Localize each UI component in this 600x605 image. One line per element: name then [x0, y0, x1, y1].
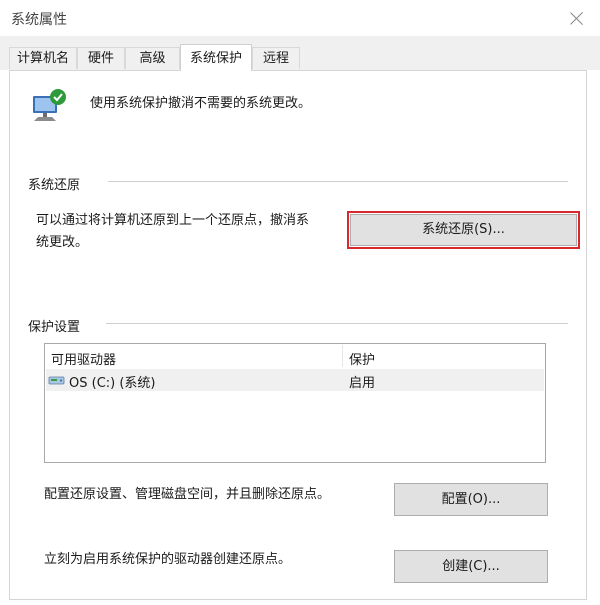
configure-button[interactable]: 配置(O)... [394, 483, 548, 516]
create-button[interactable]: 创建(C)... [394, 550, 548, 583]
window-title: 系统属性 [11, 12, 67, 28]
drive-protection-status: 启用 [349, 376, 376, 391]
tab-computer-name[interactable]: 计算机名 [9, 47, 77, 69]
highlight-box [347, 211, 580, 249]
drive-list[interactable] [44, 343, 546, 463]
tab-hardware[interactable]: 硬件 [77, 47, 125, 69]
column-header-drives[interactable]: 可用驱动器 [51, 349, 116, 368]
tab-remote[interactable]: 远程 [252, 47, 300, 69]
title-bar: 系统属性 [0, 0, 600, 36]
tab-advanced[interactable]: 高级 [125, 47, 180, 69]
column-separator [342, 345, 343, 367]
create-description: 立刻为启用系统保护的驱动器创建还原点。 [44, 552, 292, 567]
header-description: 使用系统保护撤消不需要的系统更改。 [90, 96, 312, 111]
drive-name: OS (C:) (系统) [69, 376, 156, 391]
column-header-protection[interactable]: 保护 [349, 349, 375, 368]
system-restore-description-line2: 统更改。 [36, 235, 89, 250]
group-divider [106, 323, 568, 324]
protection-settings-group-label: 保护设置 [28, 316, 81, 335]
tab-system-protection[interactable]: 系统保护 [180, 44, 252, 71]
close-icon[interactable] [566, 8, 588, 30]
system-protection-icon [33, 89, 66, 121]
drive-icon [48, 376, 65, 385]
tab-panel [9, 70, 587, 600]
group-divider [108, 181, 568, 182]
system-restore-group-label: 系统还原 [28, 174, 81, 193]
system-restore-description: 可以通过将计算机还原到上一个还原点，撤消系 统更改。 [36, 210, 309, 254]
configure-description: 配置还原设置、管理磁盘空间，并且删除还原点。 [44, 487, 331, 502]
system-restore-description-line1: 可以通过将计算机还原到上一个还原点，撤消系 [36, 213, 310, 228]
